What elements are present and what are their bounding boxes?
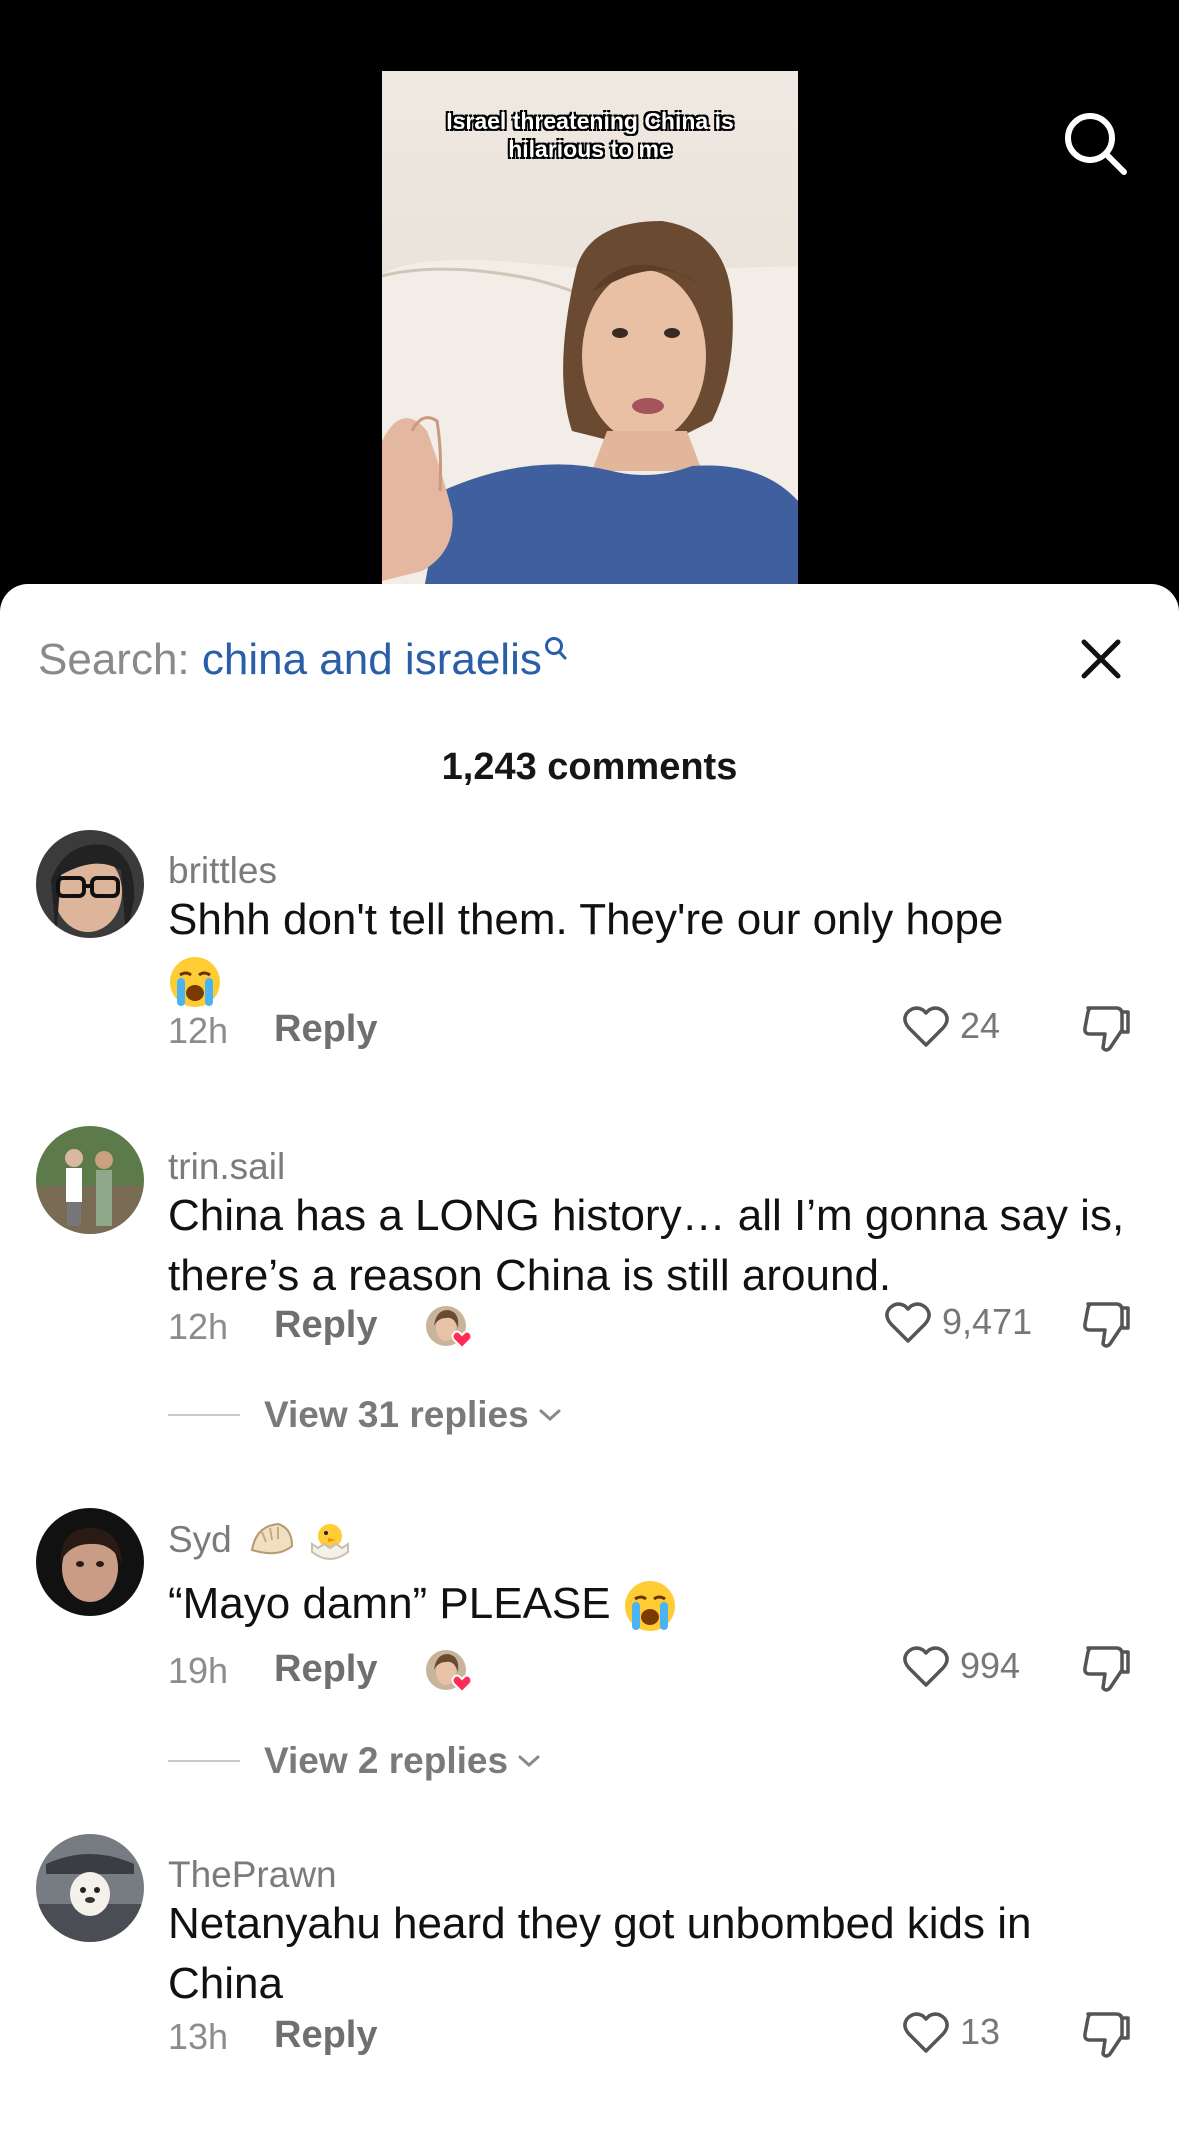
search-icon bbox=[544, 637, 567, 660]
view-replies-label: View 31 replies bbox=[264, 1394, 529, 1435]
chevron-down-icon bbox=[518, 1755, 540, 1768]
comment-text: “Mayo damn” PLEASE bbox=[168, 1574, 1128, 1634]
heart-icon bbox=[885, 1302, 931, 1343]
thumbs-down-icon[interactable] bbox=[1080, 1298, 1132, 1350]
comment-text: Netanyahu heard they got unbombed kids i… bbox=[168, 1899, 1032, 2008]
reply-button[interactable]: Reply bbox=[274, 1648, 377, 1691]
thumbs-down-icon[interactable] bbox=[1080, 2008, 1132, 2060]
video-area: Israel threatening China is hilarious to… bbox=[0, 0, 1179, 600]
comment-username[interactable]: Syd bbox=[168, 1518, 354, 1566]
search-icon[interactable] bbox=[1060, 108, 1130, 178]
crying-face-emoji-icon bbox=[170, 957, 220, 1008]
comment-timestamp: 12h bbox=[168, 1306, 229, 1347]
heart-icon bbox=[903, 2012, 949, 2053]
dumpling-emoji-icon bbox=[250, 1522, 294, 1555]
reply-button[interactable]: Reply bbox=[274, 2014, 377, 2057]
like-count: 9,471 bbox=[942, 1301, 1033, 1342]
comments-sheet: Search: china and israelis 1,243 comment… bbox=[0, 584, 1179, 2130]
like-button[interactable]: 9,471 bbox=[884, 1300, 1032, 1344]
comment-username[interactable]: trin.sail bbox=[168, 1146, 285, 1188]
avatar[interactable] bbox=[36, 1834, 144, 1942]
view-replies-button[interactable]: View 2 replies bbox=[168, 1740, 544, 1782]
comment-text-body: Shhh don't tell them. They're our only h… bbox=[168, 895, 1004, 944]
reply-button[interactable]: Reply bbox=[274, 1304, 377, 1347]
comment-username[interactable]: ThePrawn bbox=[168, 1854, 337, 1896]
comment-text-body: “Mayo damn” PLEASE bbox=[168, 1579, 611, 1628]
like-button[interactable]: 24 bbox=[902, 1004, 1000, 1048]
avatar[interactable] bbox=[36, 830, 144, 938]
comment-search-bar[interactable]: Search: china and israelis bbox=[38, 632, 568, 688]
heart-icon bbox=[903, 1646, 949, 1687]
comment-timestamp: 13h bbox=[168, 2016, 229, 2057]
divider-line bbox=[168, 1414, 240, 1416]
like-button[interactable]: 13 bbox=[902, 2010, 1000, 2054]
thumbs-down-icon[interactable] bbox=[1080, 1002, 1132, 1054]
comment-count: 1,243 comments bbox=[441, 746, 738, 788]
thumbs-down-icon[interactable] bbox=[1080, 1642, 1132, 1694]
heart-icon bbox=[903, 1006, 949, 1047]
comment-text: Shhh don't tell them. They're our only h… bbox=[168, 890, 1128, 1010]
divider-line bbox=[168, 1760, 240, 1762]
comment-timestamp: 12h bbox=[168, 1010, 229, 1051]
reply-button[interactable]: Reply bbox=[274, 1008, 377, 1051]
crying-face-emoji-icon bbox=[624, 1581, 675, 1632]
close-icon[interactable] bbox=[1078, 636, 1124, 682]
comment-timestamp: 19h bbox=[168, 1650, 229, 1691]
view-replies-button[interactable]: View 31 replies bbox=[168, 1394, 565, 1436]
like-button[interactable]: 994 bbox=[902, 1644, 1020, 1688]
view-replies-label: View 2 replies bbox=[264, 1740, 509, 1781]
video-thumbnail[interactable]: Israel threatening China is hilarious to… bbox=[382, 71, 798, 600]
comment-text: China has a LONG history… all I’m gonna … bbox=[168, 1191, 1125, 1300]
like-count: 24 bbox=[960, 1005, 1001, 1046]
like-count: 13 bbox=[960, 2011, 1001, 2052]
hatching-chick-emoji-icon bbox=[311, 1524, 350, 1560]
chevron-down-icon bbox=[539, 1409, 561, 1422]
avatar[interactable] bbox=[36, 1126, 144, 1234]
creator-liked-badge bbox=[426, 1650, 473, 1694]
comment-username-text: Syd bbox=[168, 1518, 232, 1560]
video-caption: Israel threatening China is hilarious to… bbox=[446, 108, 734, 162]
search-term-link[interactable]: china and israelis bbox=[202, 635, 542, 684]
avatar[interactable] bbox=[36, 1508, 144, 1616]
like-count: 994 bbox=[960, 1645, 1021, 1686]
creator-liked-badge bbox=[426, 1306, 473, 1350]
search-prefix: Search: bbox=[38, 635, 190, 684]
comment-username[interactable]: brittles bbox=[168, 850, 277, 892]
